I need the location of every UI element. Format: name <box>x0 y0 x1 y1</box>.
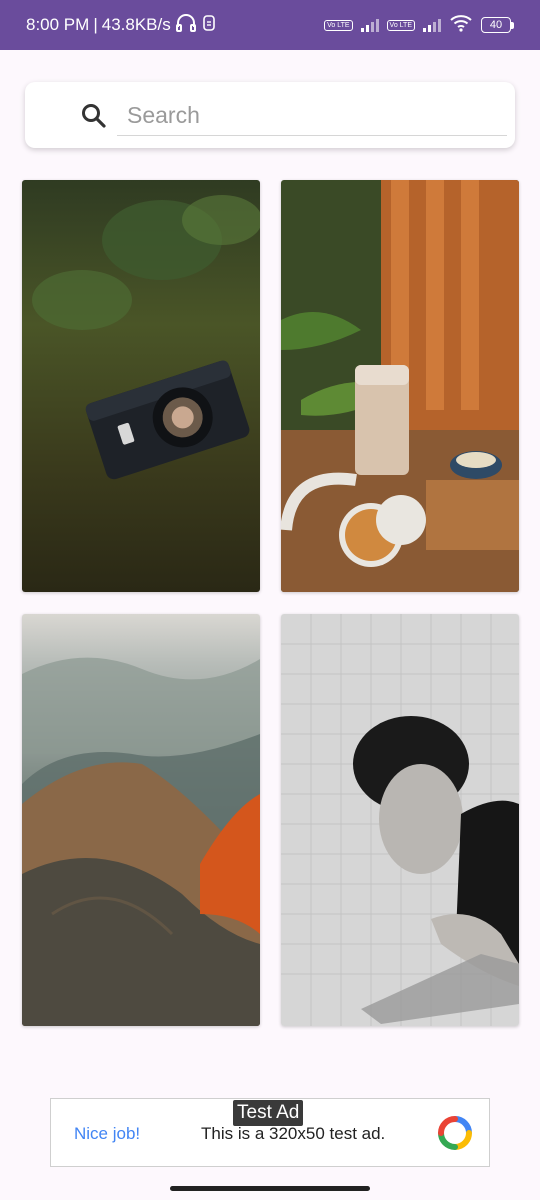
gallery-item-portrait[interactable] <box>281 614 519 1026</box>
wifi-icon <box>449 14 473 37</box>
test-ad-badge: Test Ad <box>233 1100 304 1126</box>
battery-level: 40 <box>481 17 511 33</box>
ad-text[interactable]: This is a 320x50 test ad. <box>201 1124 385 1144</box>
gallery-item-camera[interactable] <box>22 180 260 592</box>
volte-icon: Vo LTE <box>324 19 353 31</box>
mountain-hiker-photo <box>22 614 260 1026</box>
status-time: 8:00 PM <box>26 15 90 34</box>
search-bar[interactable] <box>25 82 515 148</box>
gallery-item-mountain[interactable] <box>22 614 260 1026</box>
man-portrait-bw-photo <box>281 614 519 1026</box>
search-input[interactable] <box>117 96 507 136</box>
gallery-item-coffee[interactable] <box>281 180 519 592</box>
volte-icon: Vo LTE <box>386 19 415 31</box>
battery-icon: 40 <box>481 17 514 33</box>
status-net-speed: 43.8KB/s <box>101 15 171 34</box>
status-right: Vo LTE Vo LTE 40 <box>324 14 514 37</box>
coffee-headphones-table-photo <box>281 180 519 592</box>
battery-tip <box>511 21 514 29</box>
headphones-icon <box>175 13 197 38</box>
status-separator: | <box>93 15 98 34</box>
ad-logo-icon[interactable] <box>437 1115 473 1151</box>
status-bar: 8:00 PM | 43.8KB/s Vo LTE Vo LTE 40 <box>0 0 540 50</box>
gesture-nav-handle[interactable] <box>170 1186 370 1191</box>
search-icon[interactable] <box>80 102 108 130</box>
camera-on-moss-photo <box>22 180 260 592</box>
signal-icon <box>423 18 441 32</box>
status-left: 8:00 PM | 43.8KB/s <box>26 13 217 38</box>
sim-icon <box>201 14 217 37</box>
signal-icon <box>360 18 379 32</box>
ad-nice-job-label[interactable]: Nice job! <box>74 1124 140 1144</box>
